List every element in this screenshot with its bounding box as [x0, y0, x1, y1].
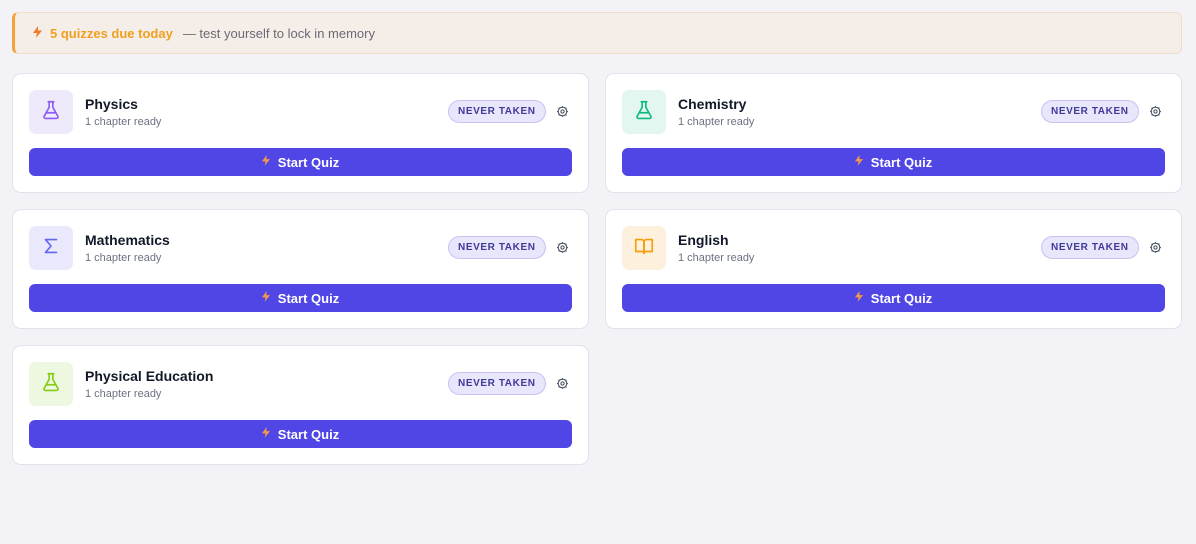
- lightning-icon: [33, 25, 42, 41]
- start-quiz-button[interactable]: Start Quiz: [29, 148, 572, 176]
- due-banner: 5 quizzes due today — test yourself to l…: [12, 12, 1182, 54]
- gear-icon[interactable]: [554, 103, 570, 119]
- card-subtitle: 1 chapter ready: [678, 116, 755, 128]
- start-quiz-button[interactable]: Start Quiz: [622, 284, 1165, 312]
- card-title: Physical Education: [85, 368, 214, 384]
- quiz-card-physical-education: Physical Education 1 chapter ready NEVER…: [12, 345, 589, 465]
- start-quiz-label: Start Quiz: [870, 290, 933, 306]
- subject-icon-box: [29, 90, 73, 134]
- gear-icon[interactable]: [554, 239, 570, 255]
- subject-icon-box: [29, 226, 73, 270]
- subject-icon-box: [622, 226, 666, 270]
- due-count-text: 5 quizzes due today: [50, 25, 173, 41]
- start-quiz-button[interactable]: Start Quiz: [622, 148, 1165, 176]
- lightning-icon: [854, 291, 863, 305]
- book-icon: [633, 235, 655, 262]
- subject-icon-box: [29, 362, 73, 406]
- quiz-card-mathematics: Mathematics 1 chapter ready NEVER TAKEN …: [12, 209, 589, 329]
- card-title: English: [678, 232, 729, 248]
- card-subtitle: 1 chapter ready: [85, 252, 162, 264]
- gear-icon[interactable]: [554, 375, 570, 391]
- sigma-icon: [40, 235, 62, 262]
- lightning-icon: [854, 155, 863, 169]
- card-title: Mathematics: [85, 232, 170, 248]
- quiz-card-chemistry: Chemistry 1 chapter ready NEVER TAKEN St…: [605, 73, 1182, 193]
- status-badge: NEVER TAKEN: [448, 372, 546, 395]
- start-quiz-label: Start Quiz: [277, 290, 340, 306]
- lightning-icon: [261, 155, 270, 169]
- subject-icon-box: [622, 90, 666, 134]
- card-subtitle: 1 chapter ready: [678, 252, 755, 264]
- card-title: Physics: [85, 96, 138, 112]
- status-badge: NEVER TAKEN: [448, 236, 546, 259]
- card-subtitle: 1 chapter ready: [85, 388, 162, 400]
- start-quiz-button[interactable]: Start Quiz: [29, 284, 572, 312]
- flask-icon: [40, 99, 62, 126]
- flask-icon: [633, 99, 655, 126]
- lightning-icon: [261, 427, 270, 441]
- quiz-card-english: English 1 chapter ready NEVER TAKEN Star…: [605, 209, 1182, 329]
- card-subtitle: 1 chapter ready: [85, 116, 162, 128]
- start-quiz-label: Start Quiz: [277, 426, 340, 442]
- quiz-card-physics: Physics 1 chapter ready NEVER TAKEN Star…: [12, 73, 589, 193]
- status-badge: NEVER TAKEN: [1041, 236, 1139, 259]
- start-quiz-button[interactable]: Start Quiz: [29, 420, 572, 448]
- flask-icon: [40, 371, 62, 398]
- card-title: Chemistry: [678, 96, 747, 112]
- gear-icon[interactable]: [1147, 103, 1163, 119]
- status-badge: NEVER TAKEN: [1041, 100, 1139, 123]
- gear-icon[interactable]: [1147, 239, 1163, 255]
- status-badge: NEVER TAKEN: [448, 100, 546, 123]
- start-quiz-label: Start Quiz: [277, 154, 340, 170]
- due-subtitle-text: — test yourself to lock in memory: [182, 25, 375, 41]
- lightning-icon: [261, 291, 270, 305]
- start-quiz-label: Start Quiz: [870, 154, 933, 170]
